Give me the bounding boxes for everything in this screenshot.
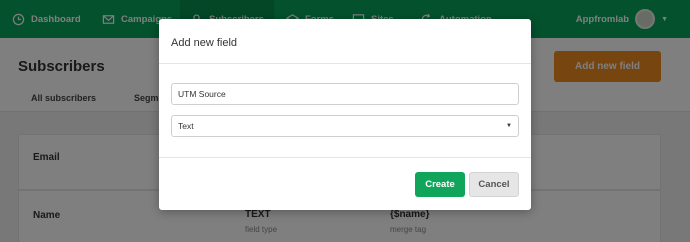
add-field-modal: Add new field Text ▼ Create Cancel — [159, 19, 531, 210]
field-type-select[interactable]: Text ▼ — [171, 115, 519, 137]
field-name-input[interactable] — [171, 83, 519, 105]
cancel-button[interactable]: Cancel — [469, 172, 519, 197]
modal-title: Add new field — [171, 37, 238, 49]
field-type-selected: Text — [178, 121, 194, 131]
modal-footer-divider — [159, 157, 531, 158]
modal-header-divider — [159, 63, 531, 64]
caret-down-icon: ▼ — [506, 123, 512, 129]
create-button[interactable]: Create — [415, 172, 465, 197]
